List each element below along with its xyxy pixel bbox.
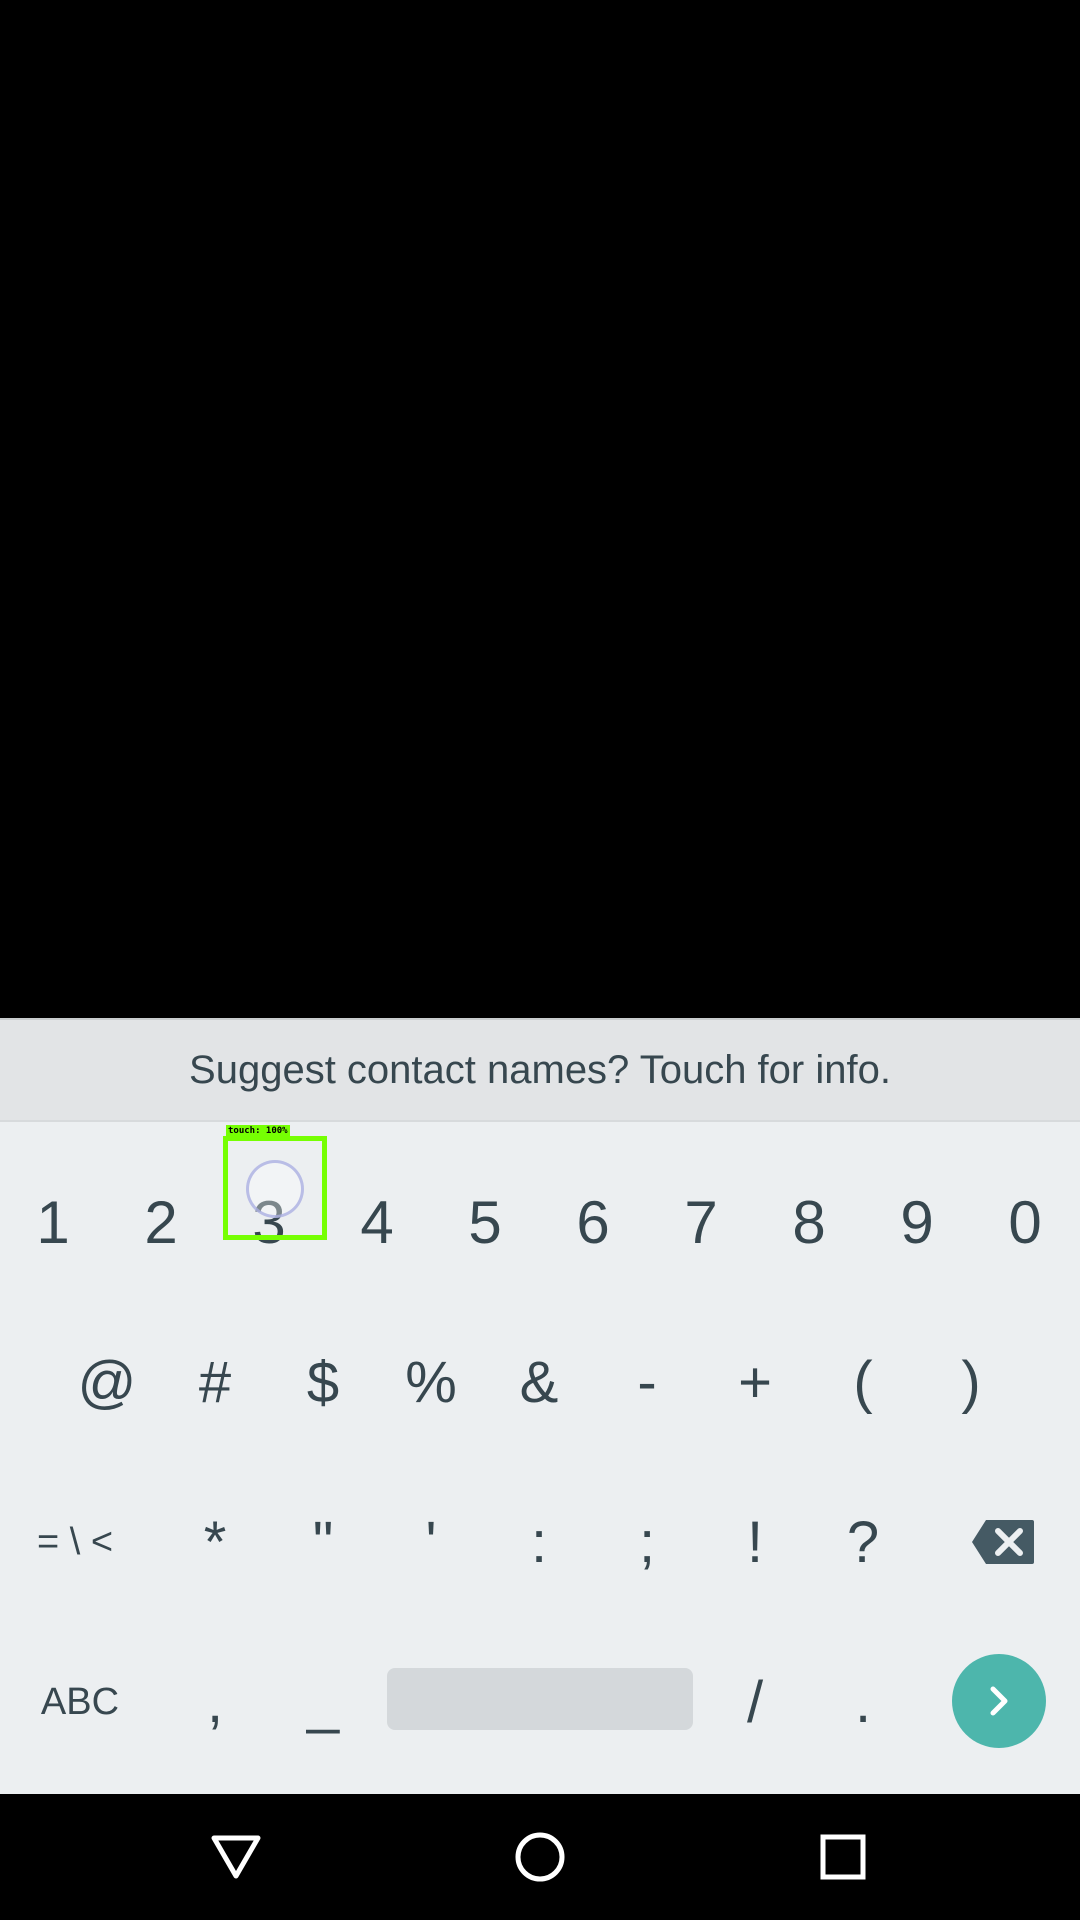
key-at[interactable]: @ (54, 1322, 160, 1442)
key-abc[interactable]: ABC (10, 1642, 150, 1762)
key-more-symbols[interactable]: = \ < (10, 1482, 140, 1602)
nav-back-button[interactable] (176, 1794, 296, 1920)
key-underscore[interactable]: _ (270, 1642, 376, 1762)
key-0[interactable]: 0 (972, 1162, 1078, 1282)
key-dollar[interactable]: $ (270, 1322, 376, 1442)
key-7[interactable]: 7 (648, 1162, 754, 1282)
key-exclamation[interactable]: ! (702, 1482, 808, 1602)
key-2[interactable]: 2 (108, 1162, 214, 1282)
home-circle-icon (515, 1832, 565, 1882)
nav-home-button[interactable] (480, 1794, 600, 1920)
key-hash[interactable]: # (162, 1322, 268, 1442)
space-key[interactable] (387, 1668, 693, 1730)
key-double-quote[interactable]: " (270, 1482, 376, 1602)
keyboard-row-symbols-1: @ # $ % & - + ( ) (0, 1282, 1080, 1442)
recents-square-icon (820, 1834, 866, 1880)
symbol-keyboard: 1 2 3 4 5 6 7 8 9 0 @ # $ % & - + ( ) = … (0, 1122, 1080, 1794)
key-ampersand[interactable]: & (486, 1322, 592, 1442)
key-semicolon[interactable]: ; (594, 1482, 700, 1602)
key-asterisk[interactable]: * (162, 1482, 268, 1602)
system-navigation-bar (0, 1794, 1080, 1920)
key-1[interactable]: 1 (0, 1162, 106, 1282)
key-slash[interactable]: / (702, 1642, 808, 1762)
suggestion-bar[interactable]: Suggest contact names? Touch for info. (0, 1018, 1080, 1122)
backspace-icon (972, 1520, 1034, 1564)
key-percent[interactable]: % (378, 1322, 484, 1442)
key-5[interactable]: 5 (432, 1162, 538, 1282)
key-3[interactable]: 3 (216, 1162, 322, 1282)
key-colon[interactable]: : (486, 1482, 592, 1602)
key-9[interactable]: 9 (864, 1162, 970, 1282)
delete-key[interactable] (948, 1482, 1058, 1602)
chevron-right-icon (990, 1686, 1008, 1716)
key-4[interactable]: 4 (324, 1162, 430, 1282)
back-triangle-icon (211, 1835, 261, 1879)
key-6[interactable]: 6 (540, 1162, 646, 1282)
app-content-area (0, 0, 1080, 1018)
keyboard-row-bottom: ABC , _ / . (0, 1602, 1080, 1794)
key-period[interactable]: . (810, 1642, 916, 1762)
key-8[interactable]: 8 (756, 1162, 862, 1282)
key-comma[interactable]: , (162, 1642, 268, 1762)
touch-indicator-label: touch: 100% (226, 1125, 290, 1137)
suggestion-text: Suggest contact names? Touch for info. (189, 1047, 891, 1092)
enter-key[interactable] (952, 1654, 1046, 1748)
key-plus[interactable]: + (702, 1322, 808, 1442)
key-minus[interactable]: - (594, 1322, 700, 1442)
key-close-paren[interactable]: ) (918, 1322, 1024, 1442)
keyboard-row-symbols-2: = \ < * " ' : ; ! ? (0, 1442, 1080, 1602)
nav-recents-button[interactable] (783, 1794, 903, 1920)
screen: Suggest contact names? Touch for info. 1… (0, 0, 1080, 1920)
key-open-paren[interactable]: ( (810, 1322, 916, 1442)
key-single-quote[interactable]: ' (378, 1482, 484, 1602)
keyboard-row-digits: 1 2 3 4 5 6 7 8 9 0 (0, 1122, 1080, 1282)
key-question[interactable]: ? (810, 1482, 916, 1602)
